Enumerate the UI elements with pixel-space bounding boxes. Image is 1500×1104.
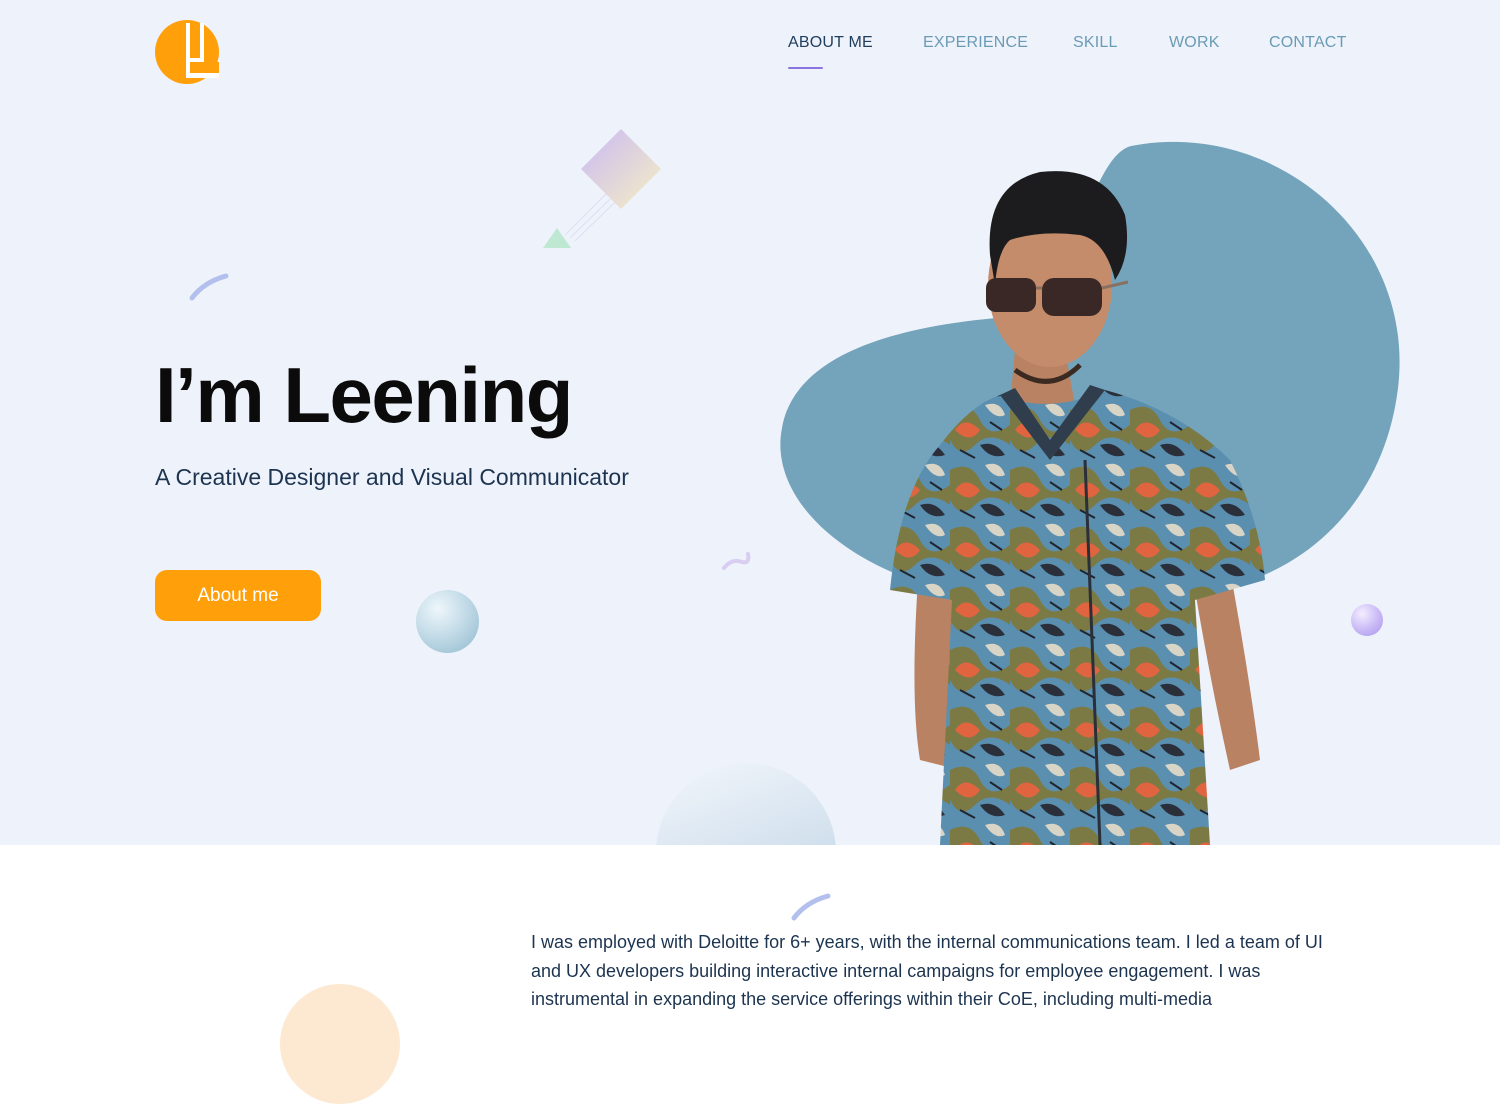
- hero-section: ABOUT ME EXPERIENCE SKILL WORK CONTACT I…: [0, 0, 1500, 845]
- logo-icon[interactable]: [155, 20, 219, 84]
- about-paragraph: I was employed with Deloitte for 6+ year…: [531, 932, 1323, 1009]
- diamond-decoration-icon: [543, 129, 661, 248]
- nav-item-experience[interactable]: EXPERIENCE: [923, 34, 1028, 52]
- nav-active-indicator: [788, 67, 823, 69]
- nav-item-about-me[interactable]: ABOUT ME: [788, 34, 873, 52]
- hero-subtitle: A Creative Designer and Visual Communica…: [155, 464, 629, 490]
- nav-item-work[interactable]: WORK: [1169, 34, 1220, 52]
- about-me-button[interactable]: About me: [155, 570, 321, 621]
- swoosh-decoration-icon: [189, 273, 229, 301]
- dome-decoration: [656, 763, 836, 845]
- wave-decoration-icon: [722, 552, 751, 570]
- peach-circle-decoration: [280, 984, 400, 1104]
- portrait-photo-icon: [890, 171, 1265, 845]
- nav-item-contact[interactable]: CONTACT: [1269, 34, 1347, 52]
- swoosh-decoration-icon-2: [791, 893, 831, 921]
- sphere-decoration: [416, 590, 479, 653]
- small-sphere-decoration: [1351, 604, 1383, 636]
- nav-item-skill[interactable]: SKILL: [1073, 34, 1118, 52]
- hero-title: I’m Leening: [155, 351, 573, 439]
